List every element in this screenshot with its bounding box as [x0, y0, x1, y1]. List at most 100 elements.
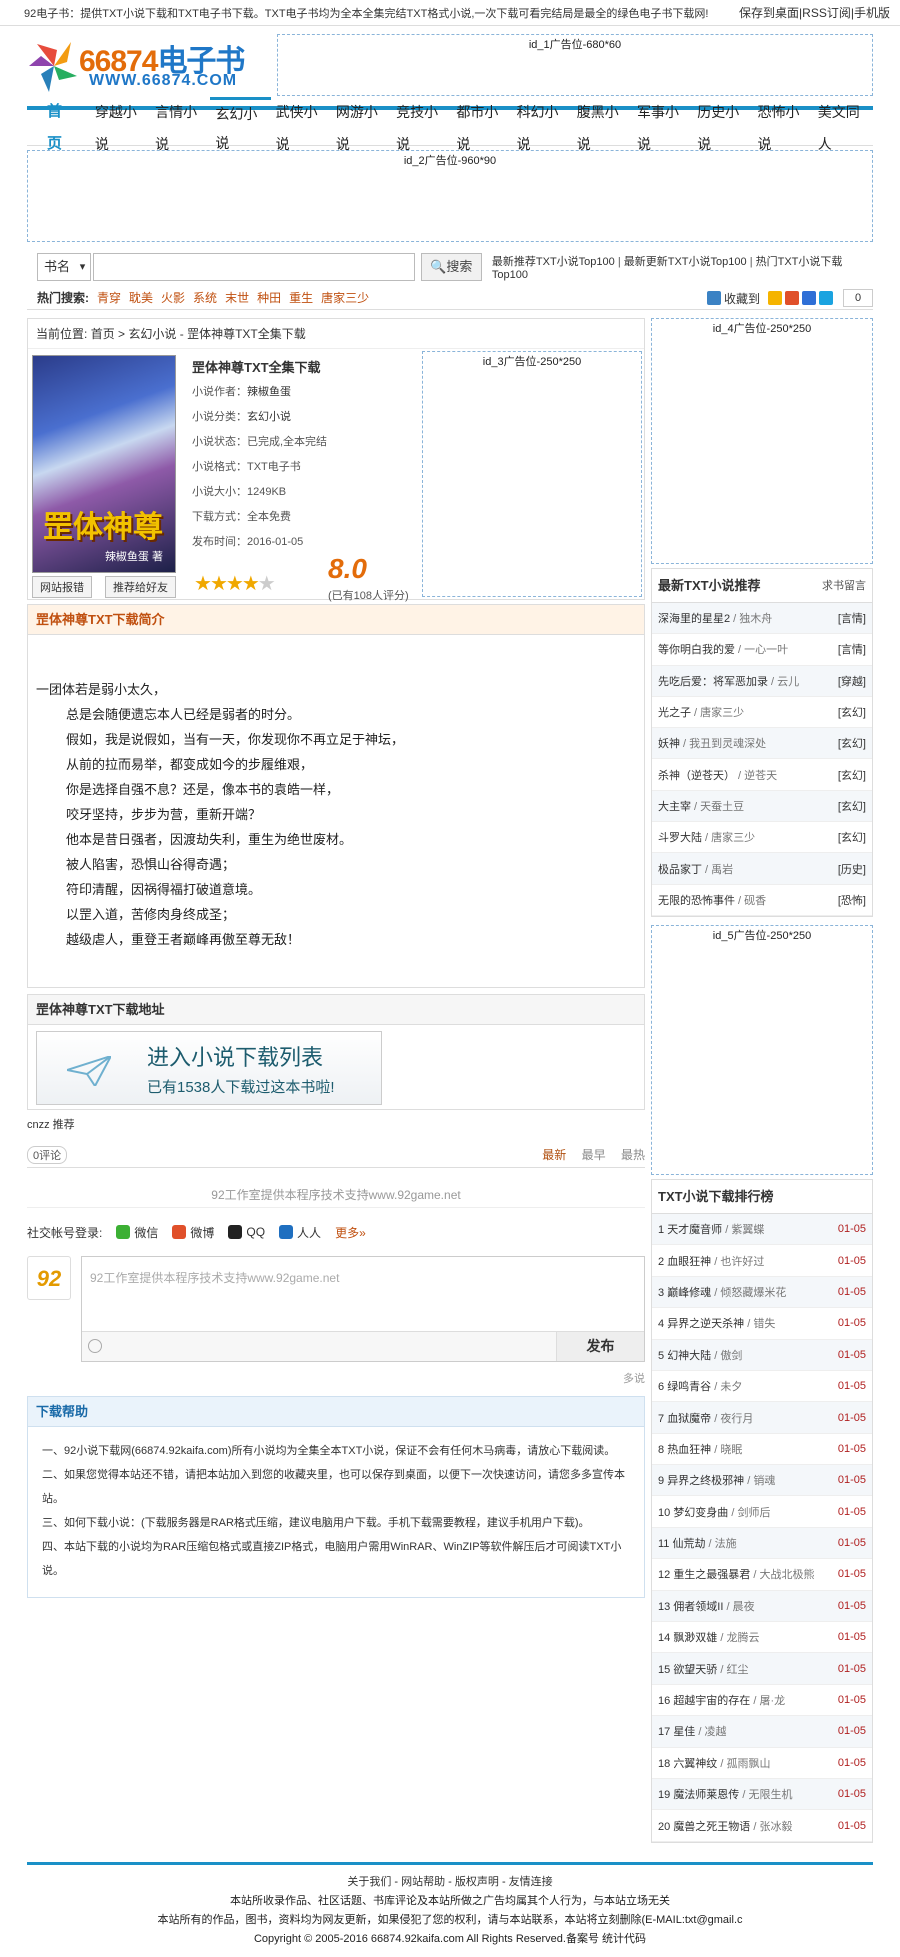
- ranking-item[interactable]: 6 绿鸣青谷 / 未夕 01-05: [652, 1371, 872, 1403]
- rank-book-name[interactable]: 绿鸣青谷: [667, 1381, 711, 1393]
- nav-item[interactable]: 历史小说: [692, 96, 752, 160]
- ranking-item[interactable]: 3 巅峰修魂 / 倾怒藏爆米花 01-05: [652, 1276, 872, 1309]
- sort-oldest[interactable]: 最早: [582, 1148, 606, 1162]
- recommend-item[interactable]: 先吃后爱：将军恶加录 / 云儿 [穿越]: [652, 665, 872, 697]
- ranking-item[interactable]: 11 仙荒劫 / 法施 01-05: [652, 1527, 872, 1560]
- star-icon[interactable]: [768, 291, 782, 305]
- login-wechat[interactable]: 微信: [116, 1224, 158, 1241]
- recommend-book-name[interactable]: 斗罗大陆: [658, 832, 702, 844]
- ranking-item[interactable]: 7 血狱魔帝 / 夜行月 01-05: [652, 1402, 872, 1434]
- nav-item[interactable]: 科幻小说: [512, 96, 572, 160]
- rank-book-name[interactable]: 幻神大陆: [667, 1350, 711, 1362]
- recommend-item[interactable]: 极品家丁 / 禹岩 [历史]: [652, 853, 872, 885]
- ranking-item[interactable]: 16 超越宇宙的存在 / 屠·龙 01-05: [652, 1685, 872, 1717]
- rank-book-name[interactable]: 热血狂神: [667, 1444, 711, 1456]
- login-renren[interactable]: 人人: [279, 1224, 321, 1241]
- rank-book-name[interactable]: 六翼神纹: [673, 1758, 717, 1770]
- nav-item[interactable]: 网游小说: [331, 96, 391, 160]
- rank-book-name[interactable]: 血眼狂神: [667, 1256, 711, 1268]
- comment-textarea[interactable]: 92工作室提供本程序技术支持www.92game.net 发布: [81, 1256, 645, 1362]
- download-list-button[interactable]: 进入小说下载列表 已有1538人下载过这本书啦!: [36, 1031, 382, 1105]
- book-cover[interactable]: 罡体神尊 辣椒鱼蛋 著: [32, 355, 176, 573]
- rank-book-name[interactable]: 巅峰修魂: [667, 1287, 711, 1299]
- ad-slot-1[interactable]: id_1广告位-680*60: [277, 34, 873, 96]
- nav-item[interactable]: 美文同人: [813, 96, 873, 160]
- login-qq[interactable]: QQ: [228, 1225, 265, 1239]
- rank-book-name[interactable]: 血狱魔帝: [667, 1413, 711, 1425]
- top100-update-link[interactable]: 最新更新TXT小说Top100: [624, 256, 747, 268]
- ranking-item[interactable]: 10 梦幻变身曲 / 剑师后 01-05: [652, 1496, 872, 1528]
- recommend-book-name[interactable]: 极品家丁: [658, 864, 702, 876]
- rank-book-name[interactable]: 异界之终极邪神: [667, 1475, 744, 1487]
- ranking-item[interactable]: 17 星佳 / 凌越 01-05: [652, 1716, 872, 1748]
- nav-item[interactable]: 武侠小说: [271, 96, 331, 160]
- ranking-item[interactable]: 15 欲望天骄 / 红尘 01-05: [652, 1653, 872, 1685]
- recommend-item[interactable]: 大主宰 / 天蚕土豆 [玄幻]: [652, 790, 872, 823]
- search-button[interactable]: 🔍搜索: [420, 253, 482, 281]
- save-desktop-link[interactable]: 保存到桌面: [739, 6, 799, 20]
- rank-book-name[interactable]: 重生之最强暴君: [673, 1569, 750, 1581]
- hot-keyword[interactable]: 耽美: [129, 289, 153, 306]
- recommend-book-name[interactable]: 大主宰: [658, 801, 691, 813]
- hot-keyword[interactable]: 火影: [161, 289, 185, 306]
- recommend-item[interactable]: 无限的恐怖事件 / 砚香 [恐怖]: [652, 885, 872, 916]
- search-input[interactable]: [93, 253, 415, 281]
- footer-link[interactable]: 网站帮助: [401, 1876, 445, 1888]
- rank-book-name[interactable]: 仙荒劫: [672, 1538, 705, 1550]
- breadcrumb-home[interactable]: 首页: [91, 327, 115, 341]
- recommend-book-name[interactable]: 妖神: [658, 738, 680, 750]
- baidu-paw-icon[interactable]: [802, 291, 816, 305]
- hot-keyword[interactable]: 重生: [289, 289, 313, 306]
- recommend-book-name[interactable]: 光之子: [658, 707, 691, 719]
- footer-link[interactable]: 友情连接: [509, 1876, 553, 1888]
- book-author[interactable]: 辣椒鱼蛋: [247, 386, 291, 398]
- login-weibo[interactable]: 微博: [172, 1224, 214, 1241]
- sort-newest[interactable]: 最新: [542, 1148, 566, 1162]
- ad-slot-2[interactable]: id_2广告位-960*90: [27, 150, 873, 242]
- rank-book-name[interactable]: 魔法师莱恩传: [673, 1789, 739, 1801]
- ranking-item[interactable]: 1 天才魔音师 / 紫翼蝶 01-05: [652, 1213, 872, 1246]
- recommend-book-name[interactable]: 深海里的星星2: [658, 613, 730, 625]
- rank-book-name[interactable]: 超越宇宙的存在: [673, 1695, 750, 1707]
- publish-button[interactable]: 发布: [556, 1332, 644, 1361]
- star-icon[interactable]: ★: [194, 573, 212, 595]
- qzone-icon[interactable]: [819, 291, 833, 305]
- search-type-select[interactable]: 书名: [37, 253, 92, 281]
- powered-by[interactable]: 多说: [27, 1370, 645, 1386]
- rank-book-name[interactable]: 天才魔音师: [667, 1224, 722, 1236]
- rank-book-name[interactable]: 佣者领域II: [673, 1601, 723, 1613]
- hot-keyword[interactable]: 种田: [257, 289, 281, 306]
- rank-book-name[interactable]: 欲望天骄: [673, 1664, 717, 1676]
- rating-stars[interactable]: ★★★★★: [194, 571, 276, 596]
- recommend-book-name[interactable]: 等你明白我的爱: [658, 644, 735, 656]
- hot-keyword[interactable]: 青穿: [97, 289, 121, 306]
- weibo-icon[interactable]: [785, 291, 799, 305]
- recommend-book-name[interactable]: 先吃后爱：将军恶加录: [658, 676, 768, 688]
- recommend-item[interactable]: 斗罗大陆 / 唐家三少 [玄幻]: [652, 822, 872, 854]
- nav-item[interactable]: 都市小说: [451, 96, 511, 160]
- ad-slot-3[interactable]: id_3广告位-250*250: [422, 351, 642, 597]
- footer-link[interactable]: 版权声明: [455, 1876, 499, 1888]
- ad-slot-4[interactable]: id_4广告位-250*250: [651, 318, 873, 564]
- recommend-item[interactable]: 深海里的星星2 / 独木舟 [言情]: [652, 603, 872, 635]
- ranking-item[interactable]: 2 血眼狂神 / 也许好过 01-05: [652, 1245, 872, 1277]
- recommend-item[interactable]: 等你明白我的爱 / 一心一叶 [言情]: [652, 634, 872, 666]
- recommend-book-name[interactable]: 无限的恐怖事件: [658, 895, 735, 907]
- emoji-icon[interactable]: [88, 1339, 102, 1353]
- top100-recommend-link[interactable]: 最新推荐TXT小说Top100: [492, 256, 615, 268]
- recommend-item[interactable]: 光之子 / 唐家三少 [玄幻]: [652, 697, 872, 729]
- book-category[interactable]: 玄幻小说: [247, 411, 291, 423]
- recommend-book-name[interactable]: 杀神（逆苍天）: [658, 770, 735, 782]
- request-book-link[interactable]: 求书留言: [822, 569, 866, 602]
- ranking-item[interactable]: 19 魔法师莱恩传 / 无限生机 01-05: [652, 1779, 872, 1811]
- nav-item[interactable]: 军事小说: [632, 96, 692, 160]
- ranking-item[interactable]: 5 幻神大陆 / 傲剑 01-05: [652, 1339, 872, 1371]
- nav-item-active[interactable]: 玄幻小说: [210, 97, 271, 158]
- sort-hottest[interactable]: 最热: [621, 1148, 645, 1162]
- ranking-item[interactable]: 14 飘渺双雄 / 龙腾云 01-05: [652, 1622, 872, 1654]
- rank-book-name[interactable]: 星佳: [673, 1726, 695, 1738]
- ranking-item[interactable]: 4 异界之逆天杀神 / 错失 01-05: [652, 1308, 872, 1340]
- nav-item[interactable]: 腹黑小说: [572, 96, 632, 160]
- report-error-button[interactable]: 网站报错: [32, 576, 92, 598]
- nav-item[interactable]: 恐怖小说: [753, 96, 813, 160]
